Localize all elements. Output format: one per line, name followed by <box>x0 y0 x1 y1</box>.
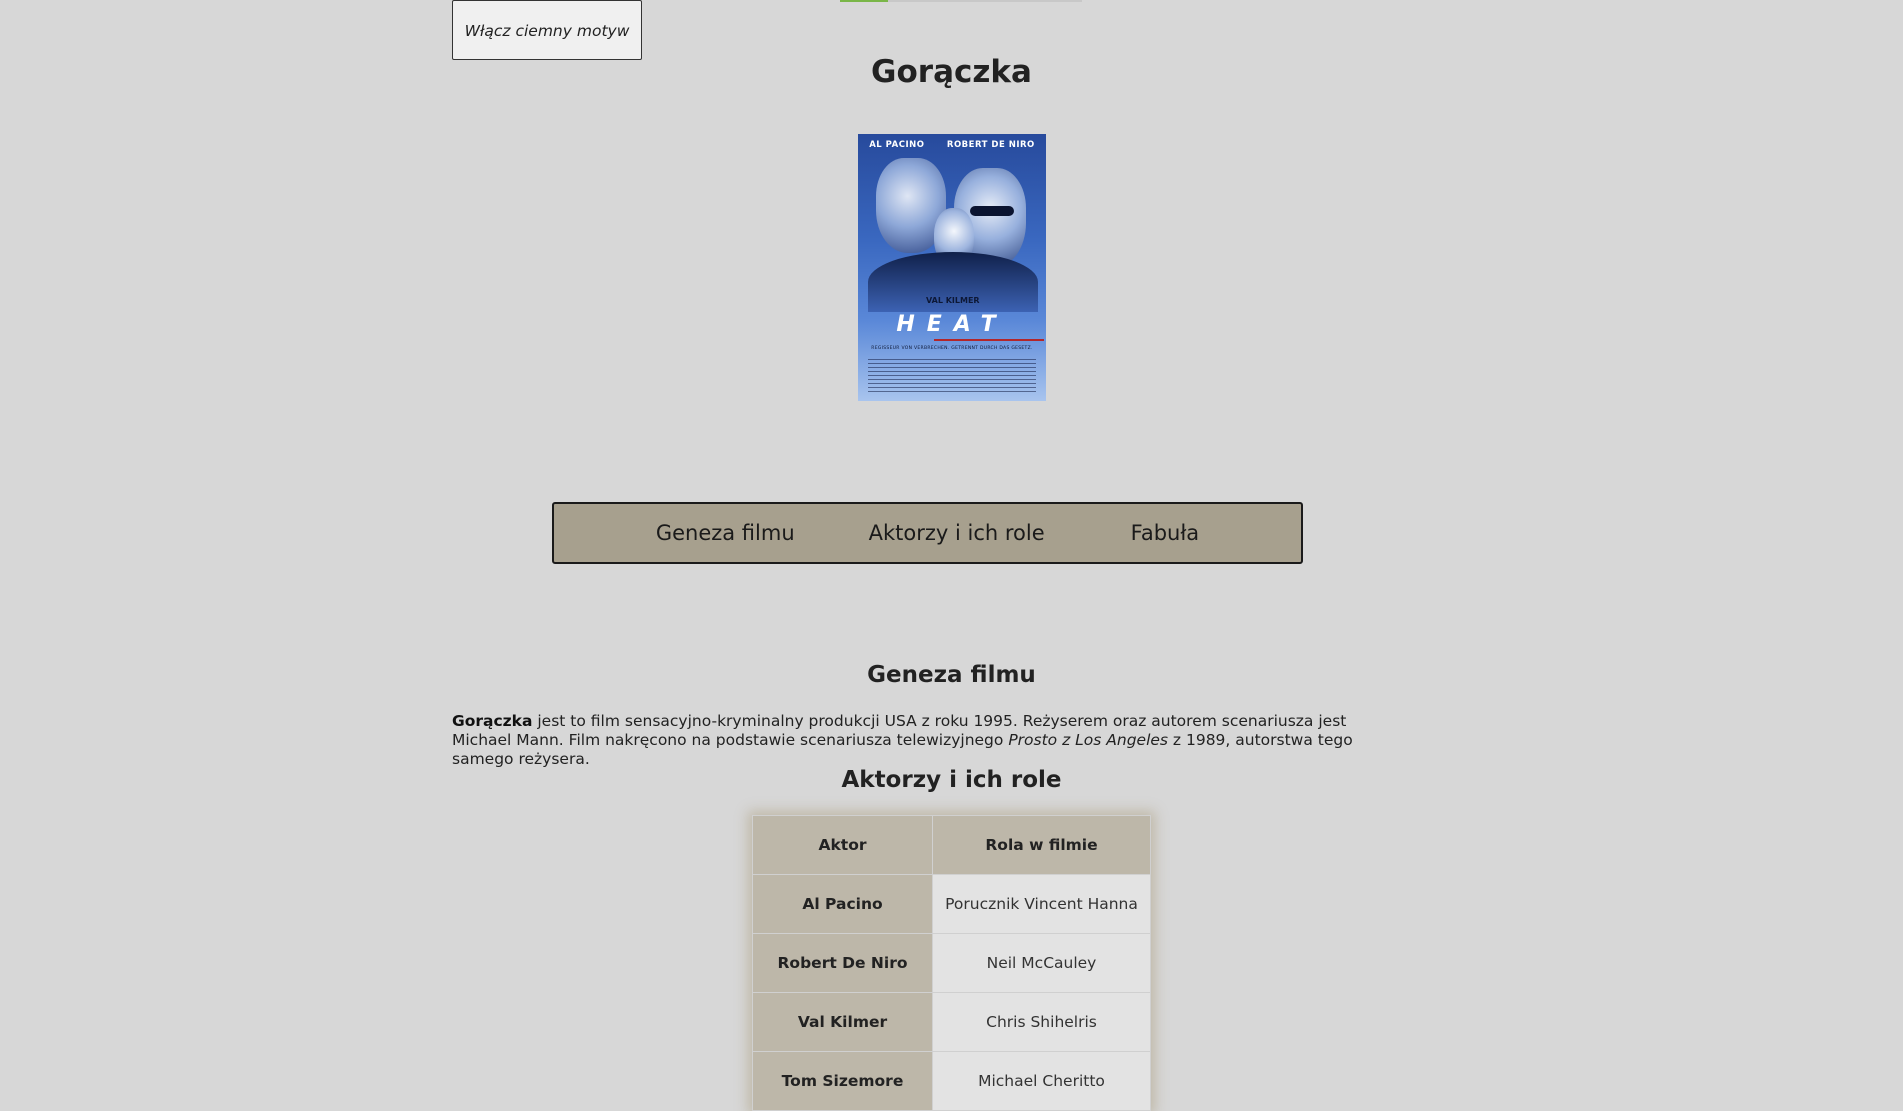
poster-sunglasses <box>970 206 1014 216</box>
reading-progress-fill <box>840 0 889 2</box>
table-row: Tom Sizemore Michael Cheritto <box>752 1051 1151 1111</box>
poster-top-names: AL PACINO ROBERT DE NIRO <box>858 140 1046 150</box>
genesis-heading: Geneza filmu <box>867 662 1036 688</box>
table-header-actor: Aktor <box>752 815 933 875</box>
poster-credits-block <box>868 359 1036 393</box>
poster-actor-left: AL PACINO <box>869 140 925 150</box>
cast-heading: Aktorzy i ich role <box>841 767 1062 793</box>
poster-movie-title: HEAT <box>896 312 1008 337</box>
table-row: Robert De Niro Neil McCauley <box>752 933 1151 993</box>
genesis-paragraph: Gorączka jest to film sensacyjno-krymina… <box>452 712 1402 769</box>
table-row: Al Pacino Porucznik Vincent Hanna <box>752 874 1151 934</box>
nav-link-genesis[interactable]: Geneza filmu <box>656 521 795 545</box>
dark-theme-toggle-button[interactable]: Włącz ciemny motyw <box>452 0 642 60</box>
table-row: Val Kilmer Chris Shihelris <box>752 992 1151 1052</box>
table-cell-actor: Tom Sizemore <box>752 1051 933 1111</box>
table-cell-role: Chris Shihelris <box>932 992 1151 1052</box>
table-cell-role: Neil McCauley <box>932 933 1151 993</box>
section-nav: Geneza filmu Aktorzy i ich role Fabuła <box>552 502 1303 564</box>
table-cell-role: Porucznik Vincent Hanna <box>932 874 1151 934</box>
table-cell-role: Michael Cheritto <box>932 1051 1151 1111</box>
movie-poster-image: AL PACINO ROBERT DE NIRO VAL KILMER HEAT… <box>858 134 1046 401</box>
table-cell-actor: Val Kilmer <box>752 992 933 1052</box>
table-cell-actor: Al Pacino <box>752 874 933 934</box>
page-title: Gorączka <box>871 54 1032 90</box>
poster-tagline: REGISSEUR VON VERBRECHEN. GETRENNT DURCH… <box>871 346 1033 351</box>
genesis-bold-title: Gorączka <box>452 712 533 730</box>
genesis-italic-title: Prosto z Los Angeles <box>1008 731 1168 749</box>
nav-link-plot[interactable]: Fabuła <box>1131 521 1200 545</box>
poster-actor-right: ROBERT DE NIRO <box>946 140 1035 150</box>
table-header-role: Rola w filmie <box>932 815 1151 875</box>
table-cell-actor: Robert De Niro <box>752 933 933 993</box>
cast-table: Aktor Rola w filmie Al Pacino Porucznik … <box>752 815 1151 1111</box>
reading-progress-bar <box>840 0 1082 2</box>
poster-red-line <box>934 339 1044 341</box>
table-header-row: Aktor Rola w filmie <box>752 815 1151 875</box>
nav-link-cast[interactable]: Aktorzy i ich role <box>869 521 1045 545</box>
poster-actor-bottom: VAL KILMER <box>926 296 980 305</box>
